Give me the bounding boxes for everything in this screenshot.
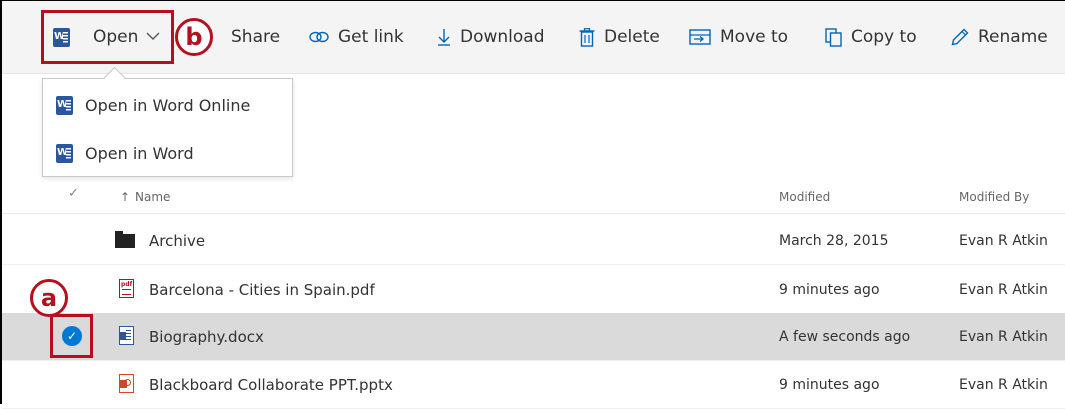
open-in-word-online-item[interactable]: Open in Word Online bbox=[43, 81, 292, 129]
pptx-file-icon bbox=[119, 374, 134, 397]
word-icon bbox=[56, 95, 73, 115]
docx-file-icon bbox=[119, 326, 134, 349]
get-link-button[interactable]: Get link bbox=[309, 1, 404, 73]
copy-to-button[interactable]: Copy to bbox=[825, 1, 917, 73]
open-in-word-online-label: Open in Word Online bbox=[85, 95, 251, 115]
folder-icon bbox=[115, 231, 135, 249]
share-button[interactable]: Share bbox=[231, 1, 280, 73]
modified-date: March 28, 2015 bbox=[779, 233, 889, 249]
open-in-word-label: Open in Word bbox=[85, 143, 194, 163]
delete-button[interactable]: Delete bbox=[579, 1, 660, 73]
pencil-icon bbox=[951, 28, 969, 46]
sort-arrow-icon: ↑ bbox=[120, 190, 131, 204]
trash-icon bbox=[579, 27, 595, 47]
list-header: ✓ ↑ Name Modified Modified By bbox=[2, 180, 1065, 214]
column-modified-header[interactable]: Modified bbox=[779, 190, 830, 204]
modified-date: A few seconds ago bbox=[779, 329, 911, 345]
modified-by: Evan R Atkin bbox=[959, 377, 1048, 393]
modified-by: Evan R Atkin bbox=[959, 282, 1048, 298]
copy-icon bbox=[825, 27, 842, 47]
table-row[interactable]: Blackboard Collaborate PPT.pptx 9 minute… bbox=[2, 361, 1065, 409]
modified-date: 9 minutes ago bbox=[779, 377, 880, 393]
download-icon bbox=[437, 28, 451, 46]
select-all-check[interactable]: ✓ bbox=[68, 186, 79, 201]
column-modified-by-header[interactable]: Modified By bbox=[959, 190, 1029, 204]
table-row[interactable]: Barcelona - Cities in Spain.pdf 9 minute… bbox=[2, 266, 1065, 314]
download-button[interactable]: Download bbox=[437, 1, 545, 73]
word-icon bbox=[56, 143, 73, 163]
open-in-word-item[interactable]: Open in Word bbox=[43, 129, 292, 177]
move-to-icon bbox=[689, 29, 711, 45]
get-link-label: Get link bbox=[338, 27, 404, 47]
share-label: Share bbox=[231, 27, 281, 47]
table-row-selected[interactable]: ✓ Biography.docx A few seconds ago Evan … bbox=[2, 313, 1065, 361]
pdf-file-icon bbox=[119, 279, 134, 302]
delete-label: Delete bbox=[604, 27, 660, 47]
modified-date: 9 minutes ago bbox=[779, 282, 880, 298]
move-to-label: Move to bbox=[720, 27, 789, 47]
modified-by: Evan R Atkin bbox=[959, 329, 1048, 345]
callout-b: b bbox=[175, 18, 213, 56]
download-label: Download bbox=[460, 27, 545, 47]
file-name[interactable]: Barcelona - Cities in Spain.pdf bbox=[149, 281, 375, 299]
copy-to-label: Copy to bbox=[851, 27, 917, 47]
callout-a: a bbox=[30, 279, 68, 317]
rename-label: Rename bbox=[978, 27, 1048, 47]
link-icon bbox=[309, 30, 329, 44]
move-to-button[interactable]: Move to bbox=[689, 1, 788, 73]
column-name-header[interactable]: Name bbox=[135, 190, 170, 204]
modified-by: Evan R Atkin bbox=[959, 233, 1048, 249]
table-row[interactable]: Archive March 28, 2015 Evan R Atkin bbox=[2, 217, 1065, 265]
checkbox-highlight-box bbox=[50, 314, 93, 358]
file-name[interactable]: Blackboard Collaborate PPT.pptx bbox=[149, 376, 393, 394]
open-highlight-box bbox=[41, 10, 174, 64]
rename-button[interactable]: Rename bbox=[951, 1, 1048, 73]
file-name[interactable]: Archive bbox=[149, 232, 205, 250]
file-name[interactable]: Biography.docx bbox=[149, 328, 264, 346]
open-dropdown-menu: Open in Word Online Open in Word bbox=[42, 78, 293, 177]
